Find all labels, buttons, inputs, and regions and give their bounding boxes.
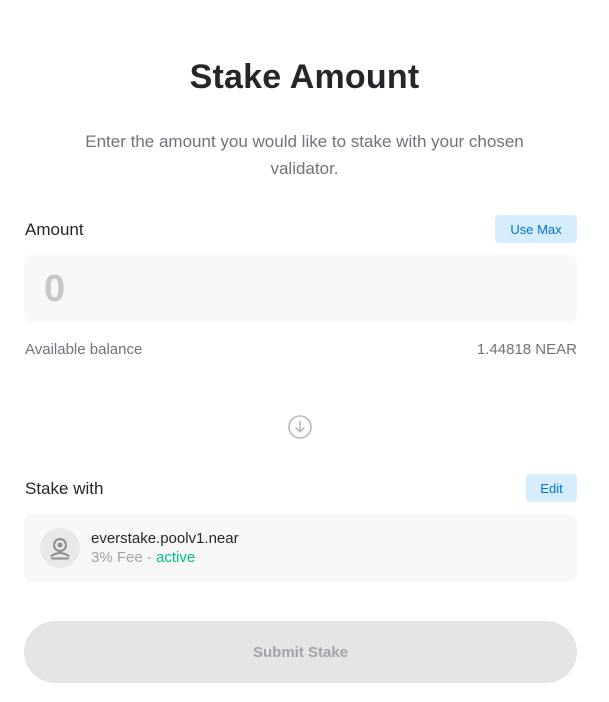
- arrow-down-circle-icon: [288, 415, 312, 439]
- edit-validator-button[interactable]: Edit: [526, 474, 577, 502]
- validator-avatar-icon: [40, 528, 80, 568]
- page-title: Stake Amount: [189, 58, 420, 96]
- page-subtitle: Enter the amount you would like to stake…: [85, 132, 524, 178]
- amount-input[interactable]: [44, 265, 564, 313]
- validator-fee-line: 3% Fee - active: [91, 549, 195, 566]
- submit-stake-button[interactable]: Submit Stake: [24, 621, 577, 683]
- stake-with-label: Stake with: [25, 479, 104, 498]
- validator-name: everstake.poolv1.near: [91, 530, 239, 547]
- validator-status: active: [156, 549, 196, 566]
- available-balance-label: Available balance: [25, 341, 143, 358]
- stake-page: Stake Amount Enter the amount you would …: [0, 0, 609, 702]
- available-balance-value: 1.44818 NEAR: [476, 341, 577, 358]
- validator-fee: 3% Fee -: [91, 549, 157, 566]
- use-max-button[interactable]: Use Max: [495, 215, 577, 243]
- validator-card: everstake.poolv1.near 3% Fee - active: [24, 514, 577, 582]
- amount-label: Amount: [25, 220, 84, 239]
- amount-field-container: [24, 255, 577, 323]
